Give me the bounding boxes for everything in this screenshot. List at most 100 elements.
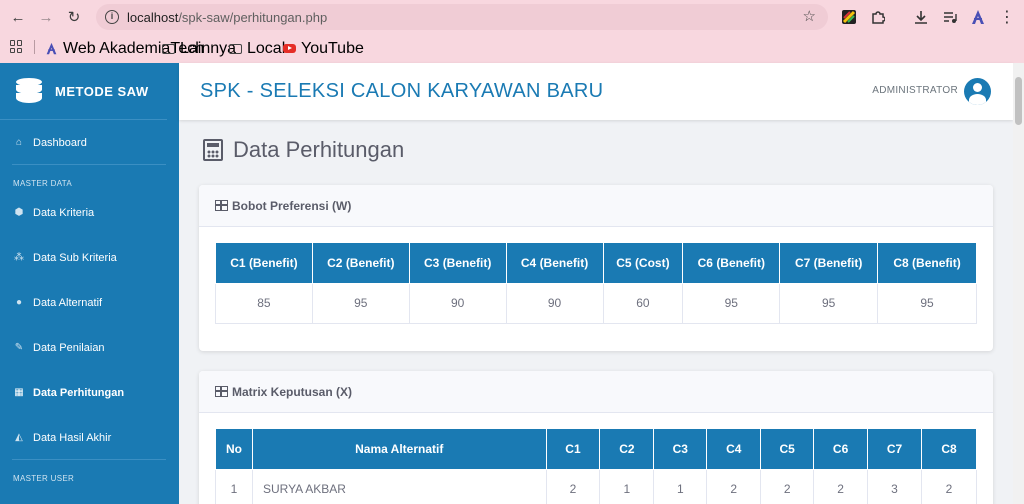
sidebar-item-label: Data Perhitungan (33, 386, 125, 399)
sidebar: METODE SAW ⌂ Dashboard MASTER DATA ⬢ Dat… (0, 63, 179, 504)
column-header: C2 (599, 429, 655, 470)
sidebar-item-label: Data Hasil Akhir (33, 431, 112, 444)
sidebar-item-data-sub-kriteria[interactable]: ⁂ Data Sub Kriteria (0, 235, 179, 280)
column-header: C5 (Cost) (602, 243, 684, 284)
column-header: C7 (867, 429, 922, 470)
folder-icon (162, 43, 175, 54)
sidebar-section-heading: MASTER DATA (13, 179, 73, 188)
sidebar-item-label: Data Alternatif (33, 296, 103, 309)
bookmark-youtube[interactable]: YouTube (283, 40, 364, 57)
chart-area-icon: ◭ (15, 432, 23, 443)
table-cell: 2 (920, 468, 978, 504)
sidebar-item-data-hasil-akhir[interactable]: ◭ Data Hasil Akhir (0, 415, 179, 460)
sidebar-divider (12, 164, 166, 165)
table-cell: 2 (545, 468, 601, 504)
column-header: C4 (Benefit) (505, 243, 604, 284)
site-info-icon[interactable]: i (105, 10, 119, 24)
table-cell: 85 (215, 282, 313, 324)
matrix-card-title: Matrix Keputusan (X) (232, 384, 353, 399)
youtube-icon (283, 44, 296, 53)
column-header: C2 (Benefit) (311, 243, 410, 284)
back-arrow-icon[interactable]: ← (8, 7, 28, 27)
cube-icon: ⬢ (14, 207, 24, 218)
sidebar-item-data-penilaian[interactable]: ✎ Data Penilaian (0, 325, 179, 370)
column-header: C6 (813, 429, 869, 470)
bookmark-label: Local (247, 39, 286, 57)
sidebar-item-data-perhitungan[interactable]: ▦ Data Perhitungan (0, 370, 179, 415)
akademiatech-icon (46, 42, 57, 55)
app-title: SPK - SELEKSI CALON KARYAWAN BARU (200, 80, 604, 102)
column-header: C1 (545, 429, 601, 470)
table-cell: 90 (408, 282, 507, 324)
bobot-card-title: Bobot Preferensi (W) (232, 198, 352, 213)
table-header-row: No Nama Alternatif C1 C2 C3 C4 C5 C6 C7 … (215, 429, 978, 470)
matrix-table: No Nama Alternatif C1 C2 C3 C4 C5 C6 C7 … (215, 429, 978, 504)
column-header: C1 (Benefit) (215, 243, 313, 284)
bookmark-label: YouTube (301, 39, 364, 57)
table-cell: SURYA AKBAR (251, 468, 547, 504)
table-cell: 95 (877, 282, 977, 324)
url-text: localhost/spk-saw/perhitungan.php (127, 10, 327, 25)
table-cell: 1 (599, 468, 655, 504)
sidebar-item-label: Data Sub Kriteria (33, 251, 117, 264)
top-header: SPK - SELEKSI CALON KARYAWAN BARU ADMINI… (179, 63, 1013, 120)
calculator-icon (203, 139, 223, 161)
page-title-text: Data Perhitungan (233, 137, 405, 162)
column-header: C8 (Benefit) (877, 243, 977, 284)
home-icon: ⌂ (15, 137, 23, 148)
media-queue-icon[interactable] (941, 8, 959, 26)
table-cell: 95 (682, 282, 781, 324)
sidebar-brand[interactable]: METODE SAW (0, 63, 167, 120)
table-icon (215, 386, 228, 397)
column-header: C3 (653, 429, 708, 470)
user-avatar-icon[interactable] (964, 78, 991, 105)
download-icon[interactable] (912, 8, 930, 26)
sidebar-item-data-alternatif[interactable]: ● Data Alternatif (0, 280, 179, 325)
extensions-puzzle-icon[interactable] (869, 8, 887, 26)
page-scrollbar[interactable] (1013, 63, 1024, 504)
url-path: /spk-saw/perhitungan.php (178, 9, 328, 25)
forward-arrow-icon[interactable]: → (36, 7, 56, 27)
brand-title: METODE SAW (55, 83, 149, 99)
folder-icon (229, 43, 242, 54)
user-name[interactable]: ADMINISTRATOR (872, 85, 958, 96)
column-header: C7 (Benefit) (779, 243, 879, 284)
sidebar-item-data-kriteria[interactable]: ⬢ Data Kriteria (0, 190, 179, 235)
table-header-row: C1 (Benefit) C2 (Benefit) C3 (Benefit) C… (215, 243, 977, 284)
sidebar-item-label: Data Penilaian (33, 341, 105, 354)
bookmark-divider (34, 40, 35, 54)
bookmark-star-icon[interactable]: ☆ (803, 7, 816, 25)
reload-icon[interactable]: ↻ (64, 7, 84, 27)
calculator-icon: ▦ (14, 387, 24, 398)
apps-grid-icon[interactable] (10, 40, 23, 53)
bookmark-label: Lainnya (180, 39, 237, 57)
column-header: C8 (920, 429, 978, 470)
users-icon: ● (15, 297, 23, 308)
table-cell: 90 (505, 282, 604, 324)
table-cell: 1 (653, 468, 708, 504)
table-cell: 2 (813, 468, 869, 504)
extension-color-icon[interactable] (840, 8, 858, 26)
page-title: Data Perhitungan (203, 137, 404, 163)
sidebar-divider (12, 459, 166, 460)
sidebar-item-dashboard[interactable]: ⌂ Dashboard (0, 120, 179, 165)
bookmark-lainnya[interactable]: Lainnya (162, 40, 236, 57)
matrix-card-header: Matrix Keputusan (X) (199, 371, 993, 413)
url-host: localhost (127, 9, 179, 25)
profile-icon[interactable] (969, 8, 987, 26)
matrix-card: Matrix Keputusan (X) No Nama Alternatif … (199, 371, 993, 504)
column-header: Nama Alternatif (251, 429, 547, 470)
table-row: 85 95 90 90 60 95 95 95 (215, 282, 977, 324)
table-cell: 1 (215, 468, 253, 504)
address-bar[interactable]: i localhost/spk-saw/perhitungan.php ☆ (96, 4, 828, 30)
browser-toolbar: ← → ↻ i localhost/spk-saw/perhitungan.ph… (0, 0, 1024, 34)
sidebar-section-heading: MASTER USER (13, 474, 75, 483)
bookmark-local[interactable]: Local (229, 40, 285, 57)
table-cell: 95 (311, 282, 410, 324)
scrollbar-thumb[interactable] (1015, 77, 1022, 125)
table-cell: 60 (602, 282, 684, 324)
menu-kebab-icon[interactable]: ⋮ (998, 8, 1016, 26)
column-header: C3 (Benefit) (408, 243, 507, 284)
table-cell: 2 (706, 468, 762, 504)
sidebar-item-label: Data Kriteria (33, 206, 95, 219)
